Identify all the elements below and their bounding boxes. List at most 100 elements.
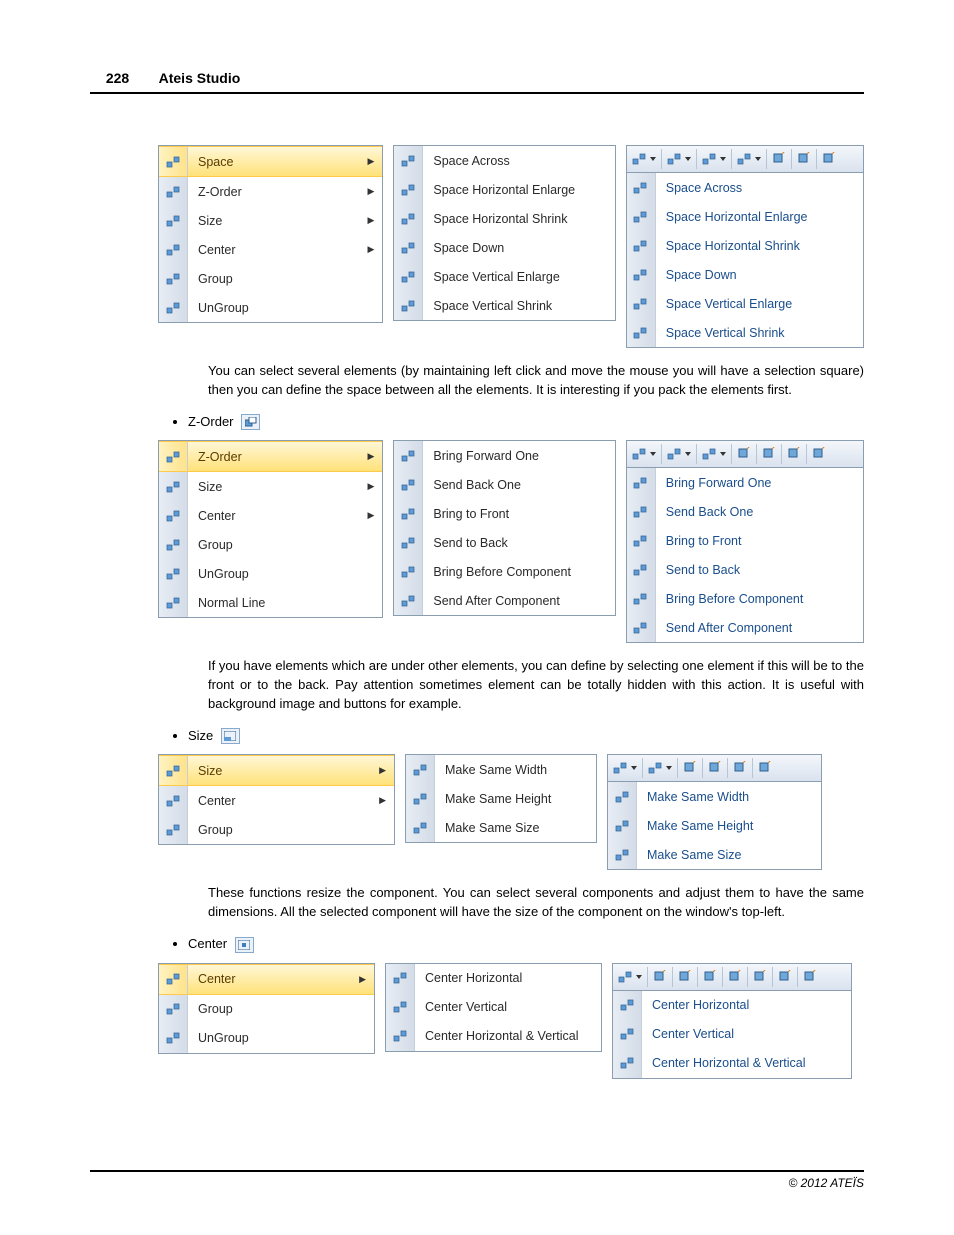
- menu-item[interactable]: Center▶: [159, 964, 374, 995]
- menu-item[interactable]: Space▶: [159, 146, 382, 177]
- space-menu-main[interactable]: Space▶Z-Order▶Size▶Center▶GroupUnGroup: [158, 145, 383, 323]
- menu-item[interactable]: Center▶: [159, 235, 382, 264]
- menu-item[interactable]: Make Same Size: [406, 813, 596, 842]
- menu-item[interactable]: Space Horizontal Shrink: [394, 204, 614, 233]
- toolbar-dropdown[interactable]: [627, 444, 662, 464]
- menu-item[interactable]: Z-Order▶: [159, 441, 382, 472]
- menu-item[interactable]: Space Vertical Enlarge: [394, 262, 614, 291]
- toolbar-button[interactable]: [753, 758, 777, 778]
- size-menu-main[interactable]: Size▶Center▶Group: [158, 754, 395, 845]
- menu-item[interactable]: Size▶: [159, 206, 382, 235]
- toolbar-button[interactable]: [723, 967, 748, 987]
- toolbar-button[interactable]: [798, 967, 822, 987]
- zorder-panel[interactable]: Bring Forward OneSend Back OneBring to F…: [626, 468, 864, 643]
- menu-item[interactable]: Send to Back: [394, 528, 614, 557]
- menu-item[interactable]: Make Same Height: [406, 784, 596, 813]
- menu-item[interactable]: Make Same Width: [608, 782, 821, 811]
- menu-item[interactable]: Normal Line: [159, 588, 382, 617]
- menu-item[interactable]: Space Horizontal Enlarge: [394, 175, 614, 204]
- toolbar-button[interactable]: [698, 967, 723, 987]
- toolbar-button[interactable]: [773, 967, 798, 987]
- space-submenu[interactable]: Space AcrossSpace Horizontal EnlargeSpac…: [393, 145, 615, 321]
- toolbar-button[interactable]: [782, 444, 807, 464]
- toolbar-dropdown[interactable]: [608, 758, 643, 778]
- menu-item[interactable]: Group: [159, 815, 394, 844]
- zorder-menu-main[interactable]: Z-Order▶Size▶Center▶GroupUnGroupNormal L…: [158, 440, 383, 618]
- menu-item[interactable]: Send Back One: [627, 497, 863, 526]
- menu-item[interactable]: Send to Back: [627, 555, 863, 584]
- menu-item[interactable]: Center Vertical: [386, 993, 601, 1022]
- zorder-toolbar[interactable]: [626, 440, 864, 468]
- toolbar-button[interactable]: [648, 967, 673, 987]
- toolbar-dropdown[interactable]: [662, 149, 697, 169]
- menu-item[interactable]: Bring Forward One: [627, 468, 863, 497]
- menu-item[interactable]: Center▶: [159, 501, 382, 530]
- menu-item[interactable]: Space Vertical Enlarge: [627, 289, 863, 318]
- toolbar-button[interactable]: [792, 149, 817, 169]
- menu-item[interactable]: UnGroup: [159, 559, 382, 588]
- center-menu-main[interactable]: Center▶GroupUnGroup: [158, 963, 375, 1054]
- size-toolbar[interactable]: [607, 754, 822, 782]
- toolbar-button[interactable]: [807, 444, 831, 464]
- menu-item[interactable]: Size▶: [159, 472, 382, 501]
- toolbar-button[interactable]: [817, 149, 841, 169]
- toolbar-dropdown[interactable]: [643, 758, 678, 778]
- toolbar-button[interactable]: [757, 444, 782, 464]
- center-panel[interactable]: Center HorizontalCenter VerticalCenter H…: [612, 991, 852, 1079]
- toolbar-button[interactable]: [673, 967, 698, 987]
- menu-item[interactable]: Center▶: [159, 786, 394, 815]
- toolbar-dropdown[interactable]: [627, 149, 662, 169]
- space-panel[interactable]: Space AcrossSpace Horizontal EnlargeSpac…: [626, 173, 864, 348]
- toolbar-button[interactable]: [703, 758, 728, 778]
- toolbar-dropdown[interactable]: [697, 149, 732, 169]
- toolbar-dropdown[interactable]: [732, 149, 767, 169]
- menu-item[interactable]: Group: [159, 264, 382, 293]
- toolbar-dropdown[interactable]: [613, 967, 648, 987]
- toolbar-dropdown[interactable]: [697, 444, 732, 464]
- menu-item[interactable]: Make Same Size: [608, 840, 821, 869]
- menu-item[interactable]: Z-Order▶: [159, 177, 382, 206]
- menu-item[interactable]: Space Across: [394, 146, 614, 175]
- menu-item[interactable]: Send Back One: [394, 470, 614, 499]
- toolbar-dropdown[interactable]: [662, 444, 697, 464]
- menu-item[interactable]: Bring Before Component: [627, 584, 863, 613]
- menu-item[interactable]: Space Down: [394, 233, 614, 262]
- menu-item[interactable]: Center Horizontal & Vertical: [613, 1049, 851, 1078]
- menu-item[interactable]: Space Vertical Shrink: [627, 318, 863, 347]
- menu-item[interactable]: Group: [159, 995, 374, 1024]
- menu-item[interactable]: Space Vertical Shrink: [394, 291, 614, 320]
- toolbar-button[interactable]: [767, 149, 792, 169]
- menu-item[interactable]: Space Horizontal Shrink: [627, 231, 863, 260]
- center-submenu[interactable]: Center HorizontalCenter VerticalCenter H…: [385, 963, 602, 1052]
- menu-item[interactable]: Space Down: [627, 260, 863, 289]
- menu-item[interactable]: Send After Component: [627, 613, 863, 642]
- menu-item[interactable]: Bring Forward One: [394, 441, 614, 470]
- menu-item[interactable]: UnGroup: [159, 1024, 374, 1053]
- zorder-submenu[interactable]: Bring Forward OneSend Back OneBring to F…: [393, 440, 615, 616]
- menu-item[interactable]: Space Across: [627, 173, 863, 202]
- toolbar-button[interactable]: [732, 444, 757, 464]
- menu-item[interactable]: Group: [159, 530, 382, 559]
- center-toolbar[interactable]: [612, 963, 852, 991]
- menu-item[interactable]: UnGroup: [159, 293, 382, 322]
- menu-item[interactable]: Bring to Front: [394, 499, 614, 528]
- menu-item[interactable]: Center Horizontal: [613, 991, 851, 1020]
- size-submenu[interactable]: Make Same WidthMake Same HeightMake Same…: [405, 754, 597, 843]
- toolbar-button[interactable]: [728, 758, 753, 778]
- menu-item[interactable]: Size▶: [159, 755, 394, 786]
- menu-item-label: Send to Back: [656, 563, 863, 577]
- menu-item[interactable]: Center Horizontal & Vertical: [386, 1022, 601, 1051]
- size-panel[interactable]: Make Same Width Make Same Height Make Same…: [607, 782, 822, 870]
- menu-item[interactable]: Make Same Height: [608, 811, 821, 840]
- menu-item-label: Make Same Height: [637, 819, 821, 833]
- menu-item[interactable]: Make Same Width: [406, 755, 596, 784]
- menu-item[interactable]: Bring Before Component: [394, 557, 614, 586]
- space-toolbar[interactable]: [626, 145, 864, 173]
- menu-item[interactable]: Center Vertical: [613, 1020, 851, 1049]
- toolbar-button[interactable]: [678, 758, 703, 778]
- menu-item[interactable]: Send After Component: [394, 586, 614, 615]
- toolbar-button[interactable]: [748, 967, 773, 987]
- menu-item[interactable]: Space Horizontal Enlarge: [627, 202, 863, 231]
- menu-item[interactable]: Center Horizontal: [386, 964, 601, 993]
- menu-item[interactable]: Bring to Front: [627, 526, 863, 555]
